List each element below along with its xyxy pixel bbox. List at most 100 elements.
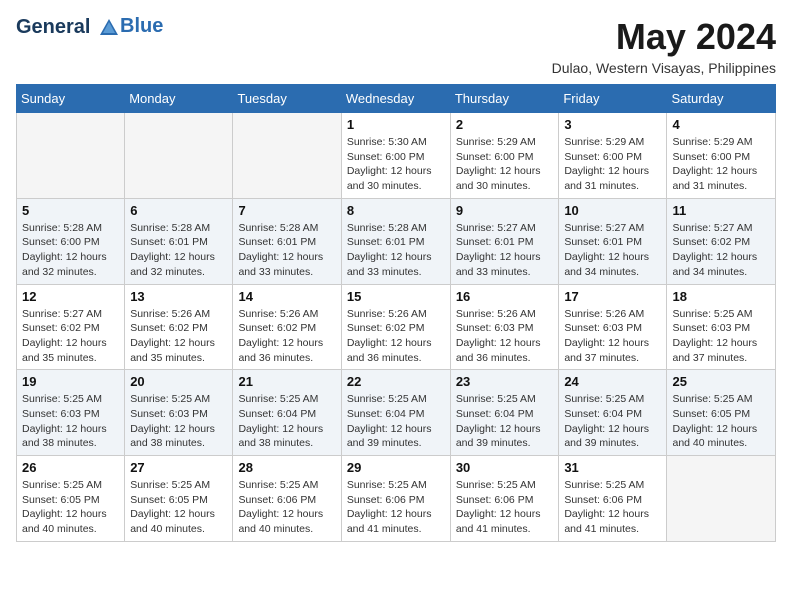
day-number: 29 [347, 460, 445, 475]
day-info: Sunrise: 5:25 AMSunset: 6:06 PMDaylight:… [564, 478, 661, 537]
col-header-wednesday: Wednesday [341, 85, 450, 113]
calendar-cell: 30Sunrise: 5:25 AMSunset: 6:06 PMDayligh… [450, 456, 559, 542]
day-number: 21 [238, 374, 335, 389]
calendar-cell: 18 Sunrise: 5:25 AMSunset: 6:03 PMDayligh… [667, 284, 776, 370]
calendar-cell: 25 Sunrise: 5:25 AMSunset: 6:05 PMDayligh… [667, 370, 776, 456]
calendar-cell: 8 Sunrise: 5:28 AMSunset: 6:01 PMDaylight… [341, 198, 450, 284]
logo: General Blue [16, 16, 163, 39]
day-info: Sunrise: 5:25 AMSunset: 6:06 PMDaylight:… [238, 478, 335, 537]
logo-blue: Blue [120, 15, 163, 37]
day-info: Sunrise: 5:29 AMSunset: 6:00 PMDaylight:… [672, 135, 770, 194]
day-info: Sunrise: 5:25 AMSunset: 6:03 PMDaylight:… [672, 307, 770, 366]
day-info: Sunrise: 5:27 AMSunset: 6:02 PMDaylight:… [22, 307, 119, 366]
day-number: 1 [347, 117, 445, 132]
calendar-cell: 15 Sunrise: 5:26 AMSunset: 6:02 PMDayligh… [341, 284, 450, 370]
page-header: General Blue May 2024 Dulao, Western Vis… [16, 16, 776, 76]
calendar-cell: 26Sunrise: 5:25 AMSunset: 6:05 PMDayligh… [17, 456, 125, 542]
day-number: 27 [130, 460, 227, 475]
calendar-cell: 21 Sunrise: 5:25 AMSunset: 6:04 PMDayligh… [233, 370, 341, 456]
day-number: 8 [347, 203, 445, 218]
day-number: 16 [456, 289, 554, 304]
logo-general: General [16, 16, 90, 38]
calendar-cell: 10 Sunrise: 5:27 AMSunset: 6:01 PMDayligh… [559, 198, 667, 284]
day-number: 4 [672, 117, 770, 132]
day-info: Sunrise: 5:27 AMSunset: 6:01 PMDaylight:… [564, 221, 661, 280]
day-number: 9 [456, 203, 554, 218]
day-number: 6 [130, 203, 227, 218]
calendar-cell: 19 Sunrise: 5:25 AMSunset: 6:03 PMDayligh… [17, 370, 125, 456]
day-number: 28 [238, 460, 335, 475]
calendar-cell: 7 Sunrise: 5:28 AMSunset: 6:01 PMDaylight… [233, 198, 341, 284]
day-number: 25 [672, 374, 770, 389]
location: Dulao, Western Visayas, Philippines [552, 60, 776, 76]
col-header-saturday: Saturday [667, 85, 776, 113]
calendar-cell: 22 Sunrise: 5:25 AMSunset: 6:04 PMDayligh… [341, 370, 450, 456]
calendar-cell: 11 Sunrise: 5:27 AMSunset: 6:02 PMDayligh… [667, 198, 776, 284]
day-info: Sunrise: 5:27 AMSunset: 6:02 PMDaylight:… [672, 221, 770, 280]
day-info: Sunrise: 5:29 AMSunset: 6:00 PMDaylight:… [456, 135, 554, 194]
calendar-table: SundayMondayTuesdayWednesdayThursdayFrid… [16, 84, 776, 542]
day-number: 12 [22, 289, 119, 304]
calendar-cell: 9Sunrise: 5:27 AMSunset: 6:01 PMDaylight… [450, 198, 559, 284]
calendar-cell: 27Sunrise: 5:25 AMSunset: 6:05 PMDayligh… [125, 456, 233, 542]
calendar-cell: 28 Sunrise: 5:25 AMSunset: 6:06 PMDayligh… [233, 456, 341, 542]
col-header-thursday: Thursday [450, 85, 559, 113]
day-number: 26 [22, 460, 119, 475]
day-info: Sunrise: 5:28 AMSunset: 6:01 PMDaylight:… [347, 221, 445, 280]
day-number: 24 [564, 374, 661, 389]
day-info: Sunrise: 5:25 AMSunset: 6:04 PMDaylight:… [564, 392, 661, 451]
calendar-cell [667, 456, 776, 542]
day-info: Sunrise: 5:25 AMSunset: 6:04 PMDaylight:… [238, 392, 335, 451]
day-info: Sunrise: 5:26 AMSunset: 6:02 PMDaylight:… [130, 307, 227, 366]
day-number: 20 [130, 374, 227, 389]
day-number: 13 [130, 289, 227, 304]
day-info: Sunrise: 5:28 AMSunset: 6:01 PMDaylight:… [130, 221, 227, 280]
day-number: 19 [22, 374, 119, 389]
day-info: Sunrise: 5:26 AMSunset: 6:02 PMDaylight:… [347, 307, 445, 366]
calendar-cell: 4 Sunrise: 5:29 AMSunset: 6:00 PMDaylight… [667, 113, 776, 199]
calendar-cell [17, 113, 125, 199]
calendar-cell: 2 Sunrise: 5:29 AMSunset: 6:00 PMDaylight… [450, 113, 559, 199]
calendar-cell: 5Sunrise: 5:28 AMSunset: 6:00 PMDaylight… [17, 198, 125, 284]
calendar-cell: 14 Sunrise: 5:26 AMSunset: 6:02 PMDayligh… [233, 284, 341, 370]
calendar-cell: 17Sunrise: 5:26 AMSunset: 6:03 PMDayligh… [559, 284, 667, 370]
calendar-cell: 31 Sunrise: 5:25 AMSunset: 6:06 PMDayligh… [559, 456, 667, 542]
day-info: Sunrise: 5:26 AMSunset: 6:03 PMDaylight:… [456, 307, 554, 366]
calendar-cell: 29 Sunrise: 5:25 AMSunset: 6:06 PMDayligh… [341, 456, 450, 542]
calendar-cell: 1 Sunrise: 5:30 AMSunset: 6:00 PMDaylight… [341, 113, 450, 199]
calendar-cell [233, 113, 341, 199]
day-number: 11 [672, 203, 770, 218]
day-info: Sunrise: 5:30 AMSunset: 6:00 PMDaylight:… [347, 135, 445, 194]
day-number: 2 [456, 117, 554, 132]
day-number: 31 [564, 460, 661, 475]
day-info: Sunrise: 5:25 AMSunset: 6:03 PMDaylight:… [130, 392, 227, 451]
col-header-friday: Friday [559, 85, 667, 113]
day-info: Sunrise: 5:25 AMSunset: 6:04 PMDaylight:… [347, 392, 445, 451]
title-block: May 2024 Dulao, Western Visayas, Philipp… [552, 16, 776, 76]
day-info: Sunrise: 5:25 AMSunset: 6:06 PMDaylight:… [456, 478, 554, 537]
day-number: 17 [564, 289, 661, 304]
day-info: Sunrise: 5:25 AMSunset: 6:06 PMDaylight:… [347, 478, 445, 537]
calendar-cell: 23Sunrise: 5:25 AMSunset: 6:04 PMDayligh… [450, 370, 559, 456]
day-number: 15 [347, 289, 445, 304]
day-info: Sunrise: 5:28 AMSunset: 6:00 PMDaylight:… [22, 221, 119, 280]
calendar-cell: 16 Sunrise: 5:26 AMSunset: 6:03 PMDayligh… [450, 284, 559, 370]
month-year: May 2024 [552, 16, 776, 58]
calendar-cell: 3Sunrise: 5:29 AMSunset: 6:00 PMDaylight… [559, 113, 667, 199]
day-info: Sunrise: 5:26 AMSunset: 6:02 PMDaylight:… [238, 307, 335, 366]
day-info: Sunrise: 5:28 AMSunset: 6:01 PMDaylight:… [238, 221, 335, 280]
day-info: Sunrise: 5:25 AMSunset: 6:04 PMDaylight:… [456, 392, 554, 451]
day-number: 14 [238, 289, 335, 304]
col-header-sunday: Sunday [17, 85, 125, 113]
calendar-cell: 20 Sunrise: 5:25 AMSunset: 6:03 PMDayligh… [125, 370, 233, 456]
calendar-cell: 12 Sunrise: 5:27 AMSunset: 6:02 PMDayligh… [17, 284, 125, 370]
calendar-cell: 6 Sunrise: 5:28 AMSunset: 6:01 PMDaylight… [125, 198, 233, 284]
day-number: 10 [564, 203, 661, 218]
calendar-cell: 13 Sunrise: 5:26 AMSunset: 6:02 PMDayligh… [125, 284, 233, 370]
day-number: 22 [347, 374, 445, 389]
day-info: Sunrise: 5:25 AMSunset: 6:05 PMDaylight:… [672, 392, 770, 451]
day-number: 7 [238, 203, 335, 218]
day-number: 3 [564, 117, 661, 132]
day-info: Sunrise: 5:25 AMSunset: 6:03 PMDaylight:… [22, 392, 119, 451]
day-number: 18 [672, 289, 770, 304]
